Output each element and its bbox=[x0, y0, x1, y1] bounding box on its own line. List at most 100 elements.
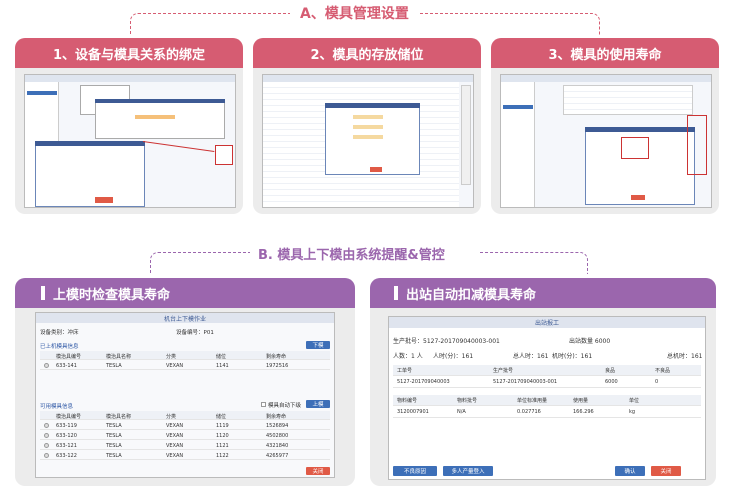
screenshot-storage bbox=[262, 74, 474, 208]
table-cell: TESLA bbox=[106, 363, 122, 369]
mold-window: 机台上下模作业 设备类别：冲床 设备编号：P01 已上机模具信息 下模 模治具编… bbox=[35, 312, 335, 478]
table-cell: 模治具编号 bbox=[56, 354, 82, 360]
table-cell: 633-121 bbox=[56, 443, 77, 449]
connector-dash-a2 bbox=[420, 13, 600, 35]
available-row[interactable]: 633-119 TESLA VEXAN 1119 1526894 bbox=[40, 421, 330, 430]
table-cell: 储位 bbox=[216, 414, 227, 420]
total-man-time: 总人时：161 bbox=[513, 353, 549, 360]
load-button[interactable]: 上模 bbox=[306, 400, 330, 408]
table-cell: TESLA bbox=[106, 443, 122, 449]
defect-reason-button[interactable]: 不良原因 bbox=[393, 466, 437, 476]
row-radio[interactable] bbox=[44, 453, 49, 458]
row-radio[interactable] bbox=[44, 433, 49, 438]
table-cell: 不良品 bbox=[655, 368, 671, 374]
available-row[interactable]: 633-121 TESLA VEXAN 1121 4321840 bbox=[40, 441, 330, 450]
available-title: 可用模具信息 bbox=[40, 404, 74, 410]
table-cell: 6000 bbox=[605, 379, 618, 385]
confirm-button[interactable]: 确认 bbox=[615, 466, 645, 476]
card-storage: 2、模具的存放储位 bbox=[253, 38, 481, 214]
device-type: 设备类别：冲床 bbox=[40, 330, 79, 336]
card-check-life-header: 上模时检查模具寿命 bbox=[15, 278, 355, 308]
total-machine-time: 总机时：161 bbox=[667, 353, 703, 360]
table-cell: 3120007901 bbox=[397, 409, 429, 415]
table-cell: N/A bbox=[457, 409, 466, 415]
connector-dash-a bbox=[130, 13, 290, 35]
row-radio[interactable] bbox=[44, 423, 49, 428]
card-life-header: 3、模具的使用寿命 bbox=[491, 38, 719, 68]
table-cell: 模治具名称 bbox=[106, 354, 132, 360]
mounted-title: 已上机模具信息 bbox=[40, 344, 79, 350]
table-cell: 0.027716 bbox=[517, 409, 541, 415]
section-a-title: A、模具管理设置 bbox=[300, 6, 409, 22]
table-cell: 4321840 bbox=[266, 443, 289, 449]
table-cell: 单位标准用量 bbox=[517, 398, 548, 404]
table-cell: 剩余寿命 bbox=[266, 414, 287, 420]
table-cell: VEXAN bbox=[166, 363, 184, 369]
table-cell: VEXAN bbox=[166, 453, 184, 459]
mounted-table-header: 模治具编号 模治具名称 分类 储位 剩余寿命 bbox=[40, 351, 330, 360]
prod-batch: 生产批号：5127-201709040003-001 bbox=[393, 338, 500, 345]
table-cell: 剩余寿命 bbox=[266, 354, 287, 360]
auto-unload-checkbox[interactable] bbox=[261, 402, 266, 407]
card-life: 3、模具的使用寿命 bbox=[491, 38, 719, 214]
out-qty: 出站数量 6000 bbox=[569, 338, 611, 345]
order-table-row[interactable]: 5127-201709040003 5127-201709040003-001 60… bbox=[393, 377, 701, 388]
card-binding-header: 1、设备与模具关系的绑定 bbox=[15, 38, 243, 68]
close-button[interactable]: 关闭 bbox=[306, 467, 330, 475]
table-cell: VEXAN bbox=[166, 433, 184, 439]
table-cell: VEXAN bbox=[166, 423, 184, 429]
report-close-button[interactable]: 关闭 bbox=[651, 466, 681, 476]
auto-unload-label: 模具自动下级 bbox=[268, 403, 302, 409]
table-cell: 1972516 bbox=[266, 363, 289, 369]
available-row[interactable]: 633-122 TESLA VEXAN 1122 4265977 bbox=[40, 451, 330, 460]
screenshot-binding bbox=[24, 74, 236, 208]
table-cell: 1122 bbox=[216, 453, 229, 459]
material-table-row[interactable]: 3120007901 N/A 0.027716 166.296 kg bbox=[393, 407, 701, 418]
order-table-header: 工单号 生产批号 良品 不良品 bbox=[393, 365, 701, 376]
mounted-row[interactable]: 633-141 TESLA VEXAN 1141 1972516 bbox=[40, 361, 330, 370]
table-cell: 4265977 bbox=[266, 453, 289, 459]
screenshot-life bbox=[500, 74, 712, 208]
unload-button[interactable]: 下模 bbox=[306, 341, 330, 349]
report-window-title: 出站报工 bbox=[389, 317, 705, 328]
table-cell: 166.296 bbox=[573, 409, 594, 415]
connector-dash-b2 bbox=[480, 252, 588, 274]
report-window: 出站报工 生产批号：5127-201709040003-001 出站数量 600… bbox=[388, 316, 706, 480]
available-table-header: 模治具编号 模治具名称 分类 储位 剩余寿命 bbox=[40, 411, 330, 420]
table-cell: 633-122 bbox=[56, 453, 77, 459]
table-cell: VEXAN bbox=[166, 443, 184, 449]
table-cell: 0 bbox=[655, 379, 659, 385]
table-cell: 生产批号 bbox=[493, 368, 514, 374]
table-cell: TESLA bbox=[106, 433, 122, 439]
table-cell: 1119 bbox=[216, 423, 229, 429]
table-cell: 4502800 bbox=[266, 433, 289, 439]
table-cell: 633-119 bbox=[56, 423, 77, 429]
table-cell: 1141 bbox=[216, 363, 229, 369]
table-cell: 模治具编号 bbox=[56, 414, 82, 420]
table-cell: 单位 bbox=[629, 398, 640, 404]
table-cell: TESLA bbox=[106, 423, 122, 429]
row-radio[interactable] bbox=[44, 363, 49, 368]
table-cell: TESLA bbox=[106, 453, 122, 459]
mold-window-title: 机台上下模作业 bbox=[36, 313, 334, 323]
table-cell: 1121 bbox=[216, 443, 229, 449]
table-cell: 5127-201709040003-001 bbox=[493, 379, 558, 385]
table-cell: 分类 bbox=[166, 414, 177, 420]
table-cell: 使用量 bbox=[573, 398, 589, 404]
material-table-header: 物料编号 物料批号 单位标准用量 使用量 单位 bbox=[393, 395, 701, 406]
row-radio[interactable] bbox=[44, 443, 49, 448]
people-count: 人数：1 人 bbox=[393, 353, 423, 360]
card-binding: 1、设备与模具关系的绑定 bbox=[15, 38, 243, 214]
man-time: 人时(分)：161 bbox=[433, 353, 474, 360]
multi-output-button[interactable]: 多人产量登入 bbox=[443, 466, 493, 476]
available-row[interactable]: 633-120 TESLA VEXAN 1120 4502800 bbox=[40, 431, 330, 440]
table-cell: 模治具名称 bbox=[106, 414, 132, 420]
card-auto-deduct: 出站自动扣减模具寿命 出站报工 生产批号：5127-201709040003-0… bbox=[370, 278, 716, 486]
table-cell: 工单号 bbox=[397, 368, 413, 374]
table-cell: 储位 bbox=[216, 354, 227, 360]
section-b-title: B. 模具上下模由系统提醒&管控 bbox=[258, 248, 445, 263]
table-cell: 分类 bbox=[166, 354, 177, 360]
table-cell: 物料编号 bbox=[397, 398, 418, 404]
table-cell: 1526894 bbox=[266, 423, 289, 429]
table-cell: 良品 bbox=[605, 368, 616, 374]
